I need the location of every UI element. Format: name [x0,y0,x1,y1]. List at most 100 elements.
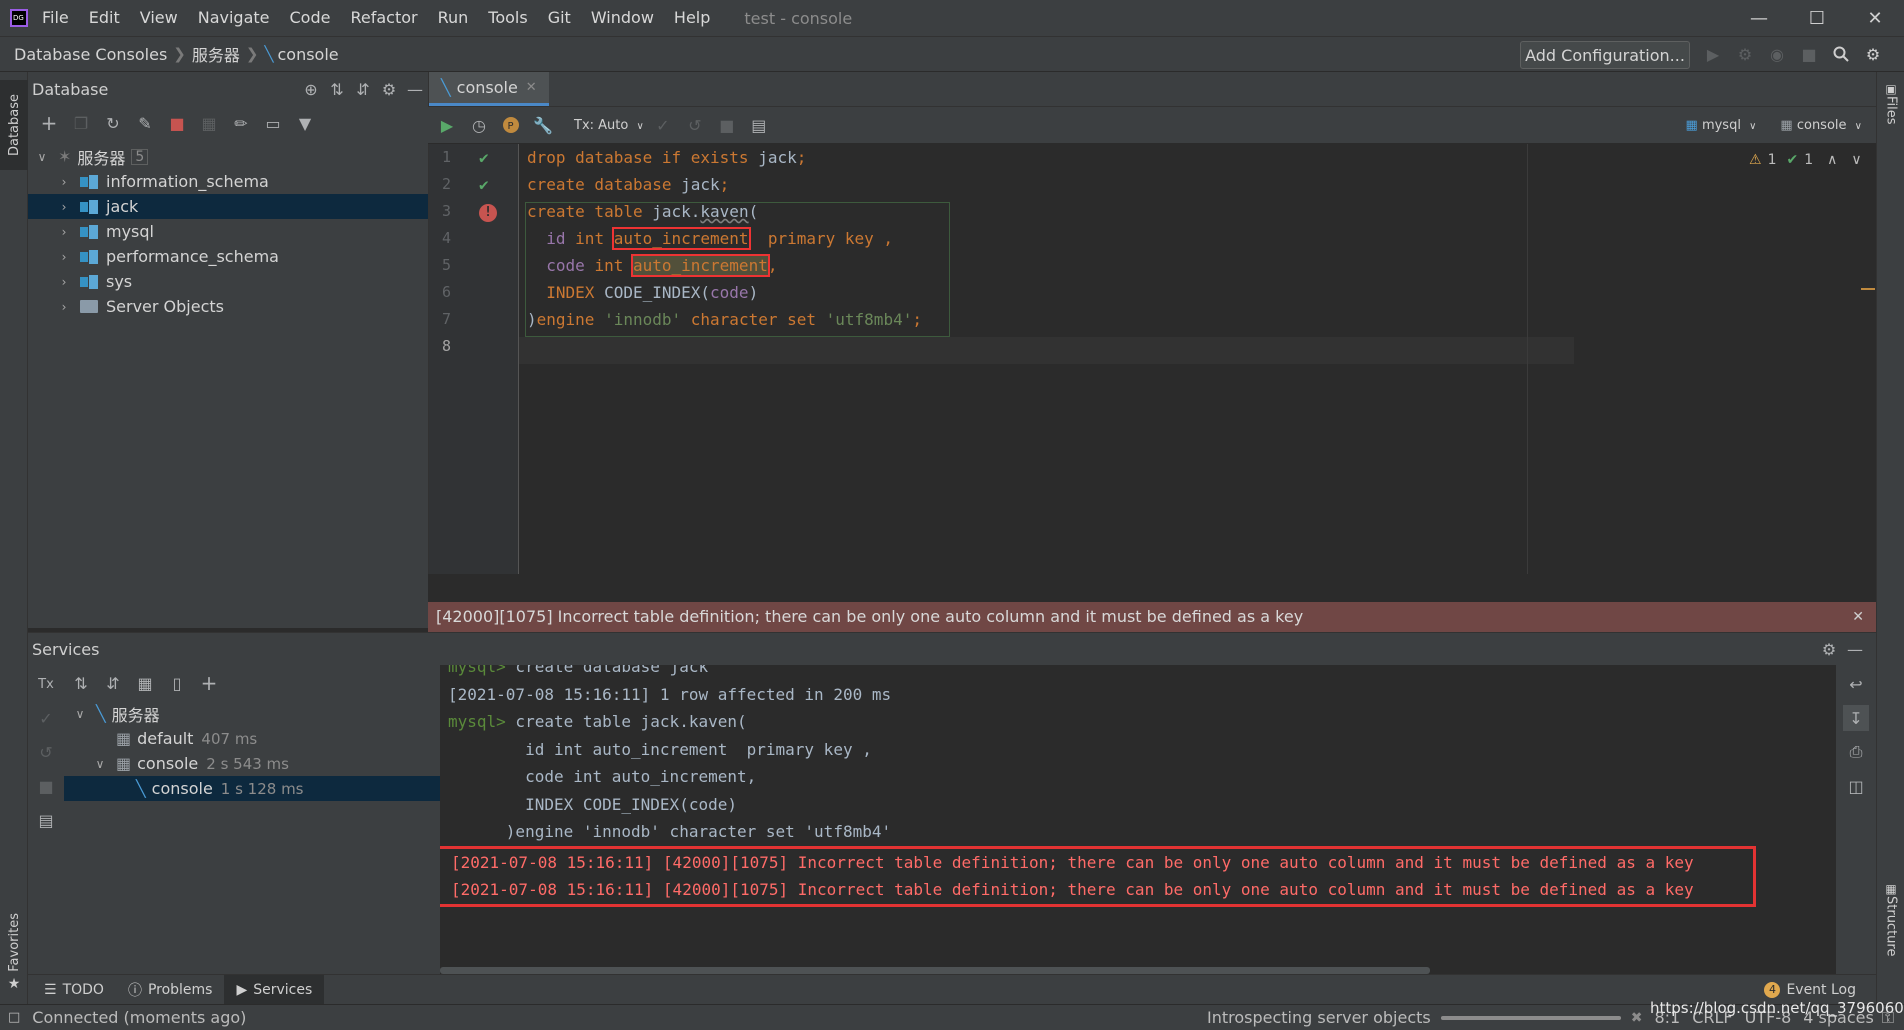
properties-icon[interactable]: ✎ [132,110,158,136]
close-icon[interactable]: ✕ [1852,602,1864,632]
sql-editor[interactable]: 1 2 3 4 5 6 7 8 ✔ ✔ ! drop database if e… [428,144,1876,574]
rollback-icon[interactable]: ↺ [33,739,59,765]
gear-icon[interactable]: ⚙ [376,76,402,102]
add-service-icon[interactable]: + [196,670,222,696]
commit-icon[interactable]: ✓ [33,705,59,731]
tab-console[interactable]: ╲ console ✕ [429,72,549,106]
crumb-database-consoles[interactable]: Database Consoles [14,45,167,64]
chevron-right-icon[interactable]: › [54,275,74,289]
crumb-server[interactable]: 服务器 [192,42,240,66]
gear-icon[interactable]: ⚙ [1816,636,1842,662]
layout-icon[interactable]: ▤ [33,807,59,833]
services-root[interactable]: ∨ ╲ 服务器 [64,701,468,726]
tree-item-performance-schema[interactable]: › performance_schema [28,244,428,269]
tree-item-server-objects[interactable]: › Server Objects [28,294,428,319]
tool-tab-services[interactable]: ▶ Services [224,974,325,1005]
services-item-default[interactable]: ▦ default 407 ms [64,726,468,751]
edit-icon[interactable]: ✏ [228,110,254,136]
chevron-down-icon[interactable]: ∨ [1851,152,1861,168]
run-icon[interactable]: ▶ [1700,41,1726,67]
filter-icon[interactable]: ▼ [292,110,318,136]
layout-toggle-icon[interactable]: □ [8,1010,20,1025]
table-icon[interactable]: ▦ [196,110,222,136]
explain-plan-icon[interactable]: P [498,112,524,138]
services-item-console[interactable]: ╲ console 1 s 128 ms [64,776,468,801]
chevron-right-icon[interactable]: › [54,300,74,314]
menu-view[interactable]: View [130,0,188,36]
crosshair-icon[interactable]: ⊕ [298,76,324,102]
rollback-icon[interactable]: ↺ [682,112,708,138]
minimize-button[interactable]: — [1730,0,1788,36]
tx-icon[interactable]: Tx [33,671,59,697]
menu-edit[interactable]: Edit [79,0,130,36]
tool-tab-structure[interactable]: ▦ Structure [1877,882,1904,992]
group-by-icon[interactable]: ▦ [132,670,158,696]
menu-file[interactable]: File [32,0,79,36]
menu-help[interactable]: Help [664,0,720,36]
background-task-label[interactable]: Introspecting server objects [1207,1008,1431,1027]
tree-item-sys[interactable]: › sys [28,269,428,294]
error-stripe-mark[interactable] [1861,288,1875,290]
new-tab-icon[interactable]: ▯ [164,670,190,696]
chevron-right-icon[interactable]: › [54,175,74,189]
menu-tools[interactable]: Tools [478,0,537,36]
hide-panel-icon[interactable]: — [1842,636,1868,662]
chevron-down-icon[interactable]: ∨ [90,757,110,771]
stop-icon[interactable]: ■ [714,112,740,138]
datasource-selector[interactable]: ▦ mysql ∨ [1686,118,1757,133]
crumb-console[interactable]: console [277,45,338,64]
expand-all-icon[interactable]: ⇅ [324,76,350,102]
tool-tab-favorites[interactable]: Favorites ★ [0,872,28,992]
cancel-task-icon[interactable]: ✖ [1631,1010,1643,1026]
chevron-right-icon[interactable]: › [54,200,74,214]
close-icon[interactable]: ✕ [526,80,537,95]
console-output[interactable]: mysql> create database jack [2021-07-08 … [440,665,1836,975]
menu-git[interactable]: Git [538,0,581,36]
tree-item-mysql[interactable]: › mysql [28,219,428,244]
tool-tab-files[interactable]: ▣ Files [1877,82,1904,142]
tree-root-server[interactable]: ∨ ✶ 服务器 5 [28,144,428,169]
chevron-right-icon[interactable]: › [54,225,74,239]
collapse-all-icon[interactable]: ⇵ [100,670,126,696]
tool-tab-problems[interactable]: ⓘ Problems [116,975,225,1005]
tx-mode-dropdown[interactable]: Tx: Auto ∨ [574,118,644,133]
output-layout-icon[interactable]: ▤ [746,112,772,138]
stop-icon[interactable]: ■ [164,110,190,136]
history-icon[interactable]: ◷ [466,112,492,138]
stop-icon[interactable]: ■ [33,773,59,799]
inspection-widget[interactable]: ⚠ 1 ✔ 1 ∧ ∨ [1749,152,1862,168]
chevron-down-icon[interactable]: ∨ [70,707,90,721]
menu-refactor[interactable]: Refactor [340,0,427,36]
tree-item-information-schema[interactable]: › information_schema [28,169,428,194]
chevron-right-icon[interactable]: › [54,250,74,264]
menu-navigate[interactable]: Navigate [188,0,280,36]
collapse-all-icon[interactable]: ⇵ [350,76,376,102]
print-icon[interactable]: ⎙ [1843,739,1869,765]
scroll-to-end-icon[interactable]: ↧ [1843,705,1869,731]
services-item-console-group[interactable]: ∨ ▦ console 2 s 543 ms [64,751,468,776]
copy-icon[interactable]: ❐ [68,110,94,136]
add-configuration-button[interactable]: Add Configuration... [1520,41,1690,69]
trash-icon[interactable]: ◫ [1843,773,1869,799]
menu-run[interactable]: Run [428,0,479,36]
chevron-up-icon[interactable]: ∧ [1827,152,1837,168]
tool-tab-todo[interactable]: ☰ TODO [32,975,116,1005]
tool-tab-database[interactable]: Database [0,80,28,170]
hide-panel-icon[interactable]: — [402,76,428,102]
maximize-button[interactable]: ☐ [1788,0,1846,36]
expand-all-icon[interactable]: ⇅ [68,670,94,696]
commit-icon[interactable]: ✓ [650,112,676,138]
menu-code[interactable]: Code [280,0,341,36]
settings-icon[interactable]: ⚙ [1860,41,1886,67]
tree-item-jack[interactable]: › jack [28,194,428,219]
menu-window[interactable]: Window [581,0,664,36]
chevron-down-icon[interactable]: ∨ [32,150,52,164]
soft-wrap-icon[interactable]: ↩ [1843,671,1869,697]
debug-icon[interactable]: ⚙ [1732,41,1758,67]
close-window-button[interactable]: ✕ [1846,0,1904,36]
search-icon[interactable] [1828,41,1854,67]
settings-wrench-icon[interactable]: 🔧 [530,112,556,138]
horizontal-scrollbar[interactable] [440,967,1430,974]
console-icon[interactable]: ▭ [260,110,286,136]
add-icon[interactable]: + [36,110,62,136]
